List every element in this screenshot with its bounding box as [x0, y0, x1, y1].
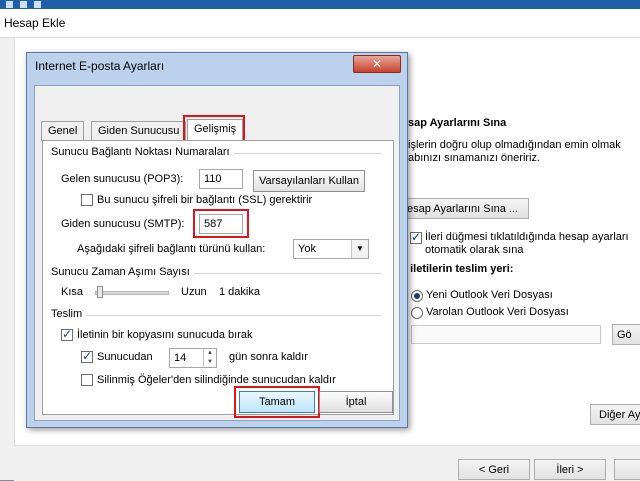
tab-outgoing-server[interactable]: Giden Sunucusu: [91, 121, 187, 141]
highlight-box: [193, 209, 249, 238]
app-icon: [34, 1, 41, 8]
test-settings-desc: işlerin doğru olup olmadığından emin olm…: [408, 139, 621, 151]
delivery-group-label: Teslim: [51, 308, 87, 320]
cancel-button[interactable]: İptal: [319, 391, 393, 413]
new-data-file-label: Yeni Outlook Veri Dosyası: [426, 289, 553, 301]
auto-test-label: otomatik olarak sına: [425, 244, 524, 256]
window-title: Hesap Ekle: [4, 16, 66, 30]
remove-days-stepper[interactable]: 14 ▲ ▼: [169, 348, 217, 368]
timeout-slider-thumb[interactable]: [97, 286, 103, 298]
leave-copy-checkbox[interactable]: [61, 327, 73, 341]
left-pane: [0, 38, 15, 480]
test-settings-desc: abınızı sınamanızı öneririz.: [408, 152, 541, 164]
auto-test-checkbox[interactable]: [410, 230, 422, 244]
data-file-path-field[interactable]: [411, 325, 601, 344]
next-button[interactable]: İleri >: [534, 459, 606, 480]
timeout-value: 1 dakika: [219, 286, 260, 298]
existing-data-file-radio[interactable]: [411, 307, 423, 319]
encryption-type-select[interactable]: Yok ▼: [293, 239, 369, 259]
auto-test-label: İleri düğmesi tıklatıldığında hesap ayar…: [425, 231, 629, 243]
cancel-wizard-button[interactable]: [614, 459, 640, 480]
email-settings-dialog: Internet E-posta Ayarları ✕ Genel Giden …: [26, 52, 408, 428]
group-divider: [51, 315, 381, 316]
delivery-heading: i iletilerin teslim yeri:: [404, 263, 514, 275]
dialog-body: Genel Giden Sunucusu Gelişmiş Sunucu Bağ…: [34, 85, 400, 421]
encryption-type-label: Aşağıdaki şifreli bağlantı türünü kullan…: [77, 243, 266, 255]
ssl-checkbox[interactable]: [81, 194, 93, 206]
dialog-title: Internet E-posta Ayarları: [35, 59, 165, 73]
tab-general[interactable]: Genel: [41, 121, 85, 141]
app-icon: [20, 1, 27, 8]
remove-after-label: Sunucudan: [97, 351, 153, 363]
ssl-label: Bu sunucu şifreli bir bağlantı (SSL) ger…: [97, 194, 313, 206]
test-settings-button[interactable]: esap Ayarlarını Sına ...: [402, 198, 529, 219]
more-settings-button[interactable]: Diğer Ay: [590, 404, 640, 425]
timeout-slider-track: [95, 291, 169, 295]
existing-data-file-label: Varolan Outlook Veri Dosyası: [426, 306, 569, 318]
app-icon: [6, 1, 13, 8]
taskbar-strip: [0, 0, 640, 9]
close-icon[interactable]: ✕: [353, 55, 401, 73]
ok-button[interactable]: Tamam: [239, 391, 315, 413]
server-ports-group-label: Sunucu Bağlantı Noktası Numaraları: [51, 146, 234, 158]
test-settings-heading: sap Ayarlarını Sına: [408, 117, 507, 129]
use-defaults-button[interactable]: Varsayılanları Kullan: [253, 170, 365, 192]
window-titlebar: Hesap Ekle: [0, 9, 640, 38]
highlight-box: [183, 115, 245, 142]
remove-deleted-label: Silinmiş Öğeler'den silindiğinde sunucud…: [97, 374, 336, 386]
advanced-panel: Sunucu Bağlantı Noktası Numaraları Gelen…: [42, 140, 394, 415]
new-data-file-radio[interactable]: [411, 290, 423, 302]
incoming-port-input[interactable]: 110: [199, 169, 243, 189]
remove-deleted-checkbox[interactable]: [81, 374, 93, 386]
encryption-type-value: Yok: [298, 243, 316, 255]
timeout-long-label: Uzun: [181, 286, 207, 298]
timeout-short-label: Kısa: [61, 286, 84, 298]
stepper-arrows[interactable]: ▲ ▼: [203, 349, 216, 367]
remove-after-suffix: gün sonra kaldır: [229, 351, 308, 363]
incoming-server-label: Gelen sunucusu (POP3):: [61, 173, 184, 185]
browse-button[interactable]: Gö: [612, 324, 640, 345]
timeout-group-label: Sunucu Zaman Aşımı Sayısı: [51, 266, 194, 278]
back-button[interactable]: < Geri: [458, 459, 530, 480]
remove-days-value: 14: [174, 352, 187, 364]
leave-copy-label: İletinin bir kopyasını sunucuda bırak: [77, 329, 253, 341]
outgoing-server-label: Giden sunucusu (SMTP):: [61, 218, 185, 230]
remove-after-checkbox[interactable]: [81, 349, 93, 363]
chevron-down-icon: ▼: [351, 240, 368, 258]
